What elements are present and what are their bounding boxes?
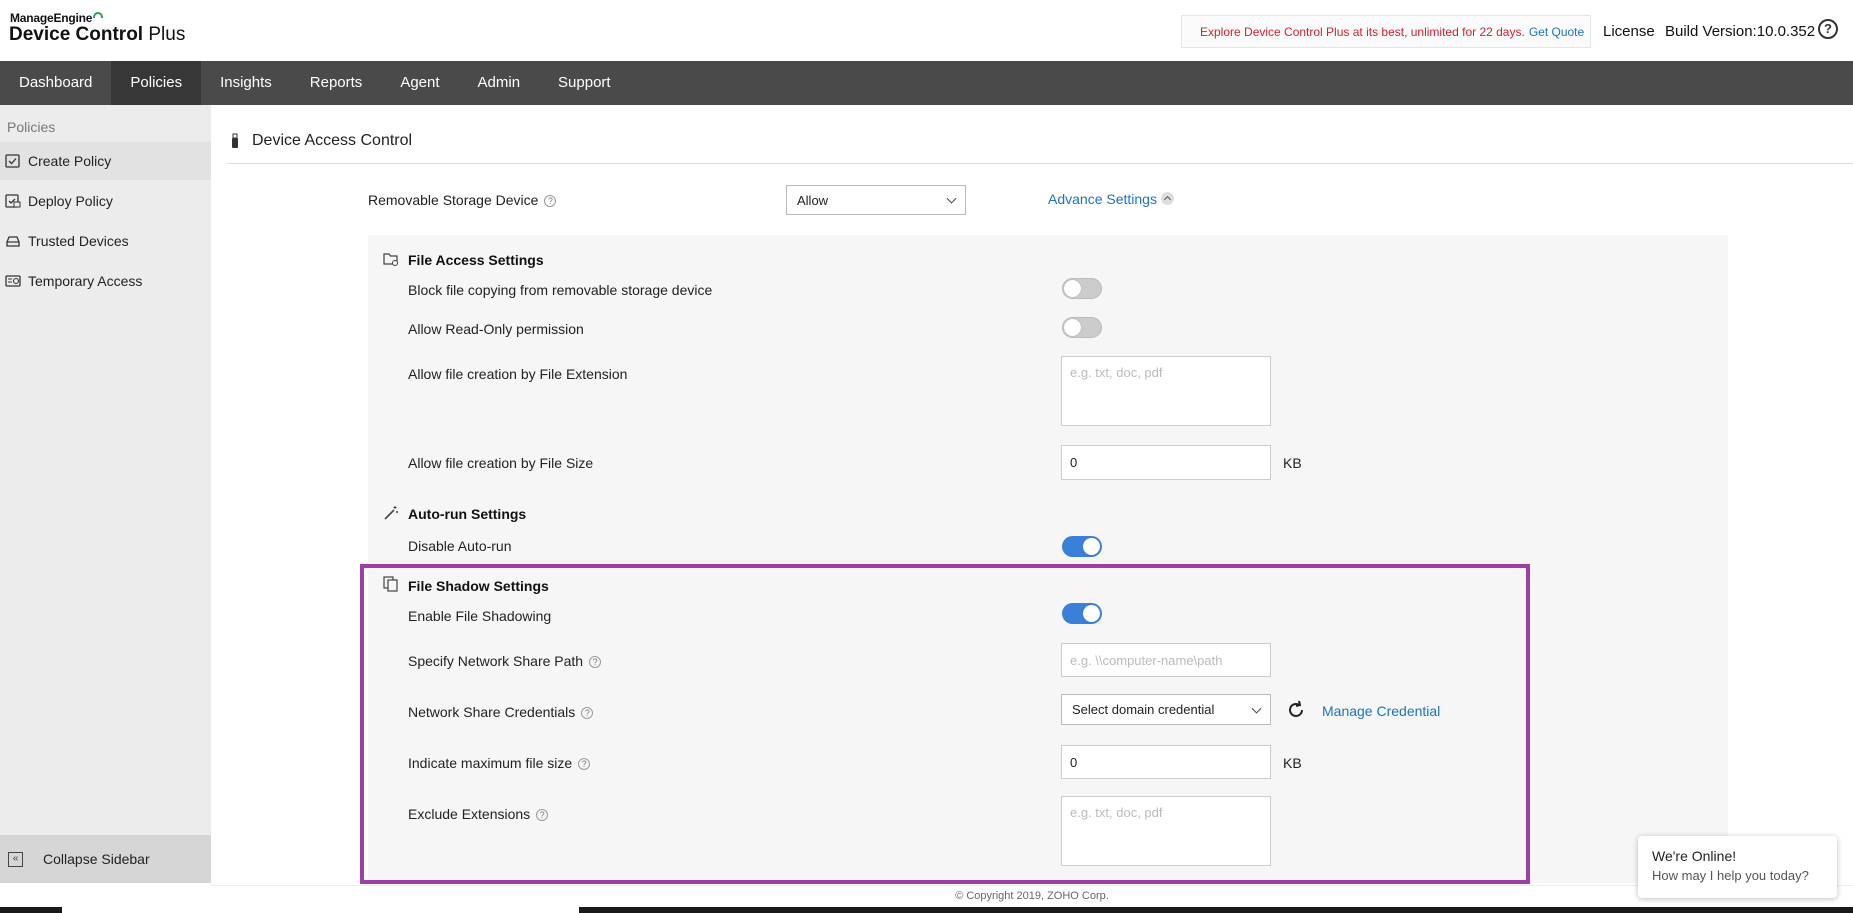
sidebar-item-create-policy[interactable]: Create Policy: [0, 142, 211, 180]
bottom-strip: [0, 907, 1853, 913]
info-icon[interactable]: ?: [578, 758, 591, 770]
disable-autorun-label: Disable Auto-run: [408, 538, 512, 554]
sidebar-item-label: Trusted Devices: [28, 233, 129, 249]
ticket-icon: [5, 275, 21, 287]
exclude-extensions-input[interactable]: [1061, 796, 1271, 866]
tab-dashboard[interactable]: Dashboard: [0, 61, 111, 105]
tab-insights[interactable]: Insights: [201, 61, 291, 105]
disable-autorun-toggle[interactable]: [1062, 536, 1102, 557]
toggle-knob: [1064, 319, 1081, 336]
collapse-label: Collapse Sidebar: [43, 851, 150, 867]
collapse-sidebar-button[interactable]: « Collapse Sidebar: [0, 835, 211, 883]
shield-check-icon: [5, 154, 20, 168]
tab-agent[interactable]: Agent: [381, 61, 458, 105]
tab-policies[interactable]: Policies: [111, 61, 202, 105]
max-file-size-input[interactable]: [1061, 745, 1271, 779]
brand-vendor: ManageEngine: [10, 11, 104, 25]
tab-reports[interactable]: Reports: [291, 61, 382, 105]
manage-credential-link[interactable]: Manage Credential: [1322, 703, 1440, 719]
enable-shadow-toggle[interactable]: [1062, 603, 1102, 624]
info-icon[interactable]: ?: [589, 656, 602, 668]
info-icon[interactable]: ?: [536, 809, 549, 821]
network-credentials-label: Network Share Credentials?: [408, 704, 594, 720]
chat-widget[interactable]: We're Online! How may I help you today?: [1638, 836, 1837, 898]
chat-title: We're Online!: [1652, 848, 1737, 864]
sidebar: Policies Create Policy Deploy Policy Tru…: [0, 105, 211, 883]
network-path-input[interactable]: [1061, 643, 1271, 677]
block-copy-toggle[interactable]: [1062, 278, 1102, 299]
trial-text: Explore Device Control Plus at its best,…: [1200, 24, 1525, 39]
removable-storage-label: Removable Storage Device?: [368, 192, 557, 208]
chevron-up-icon: [1160, 192, 1174, 205]
tab-admin[interactable]: Admin: [459, 61, 540, 105]
top-nav: Dashboard Policies Insights Reports Agen…: [0, 61, 1853, 105]
toggle-knob: [1064, 280, 1081, 297]
bottom-strip-segment: [62, 907, 579, 913]
sidebar-item-label: Deploy Policy: [28, 193, 113, 209]
toggle-knob: [1083, 538, 1100, 555]
footer-copyright: © Copyright 2019, ZOHO Corp.: [211, 885, 1853, 907]
block-copy-label: Block file copying from removable storag…: [408, 282, 713, 298]
usb-icon: [232, 133, 238, 148]
file-size-input[interactable]: [1061, 445, 1271, 480]
build-version: Build Version:10.0.352: [1665, 23, 1816, 40]
brand-product: Device Control Plus: [9, 24, 186, 45]
file-extension-input[interactable]: [1061, 356, 1271, 426]
sidebar-item-deploy-policy[interactable]: Deploy Policy: [0, 182, 211, 220]
tab-support[interactable]: Support: [539, 61, 630, 105]
folder-settings-icon: [383, 253, 398, 266]
sidebar-item-label: Temporary Access: [28, 273, 143, 289]
toggle-knob: [1083, 605, 1100, 622]
get-quote-link[interactable]: Get Quote: [1529, 25, 1584, 39]
autorun-title: Auto-run Settings: [408, 506, 527, 522]
max-file-size-label: Indicate maximum file size?: [408, 755, 591, 771]
app-header: ManageEngine Device Control Plus Explore…: [0, 0, 1853, 61]
file-copy-icon: [383, 576, 398, 592]
exclude-extensions-label: Exclude Extensions?: [408, 806, 549, 822]
deploy-icon: [5, 194, 21, 208]
chevron-down-icon: [1251, 703, 1262, 714]
license-link[interactable]: License: [1603, 23, 1655, 40]
read-only-toggle[interactable]: [1062, 317, 1102, 338]
chat-subtitle: How may I help you today?: [1652, 868, 1809, 883]
info-icon[interactable]: ?: [581, 707, 594, 719]
sidebar-item-temporary-access[interactable]: Temporary Access: [0, 262, 211, 300]
file-size-unit: KB: [1283, 455, 1302, 471]
page-title: Device Access Control: [252, 132, 413, 149]
file-extension-label: Allow file creation by File Extension: [408, 366, 628, 382]
refresh-icon[interactable]: [1285, 699, 1307, 721]
chevron-down-icon: [946, 193, 957, 204]
file-shadow-title: File Shadow Settings: [408, 578, 549, 594]
removable-storage-select[interactable]: Allow: [786, 185, 966, 215]
enable-shadow-label: Enable File Shadowing: [408, 608, 552, 624]
magic-wand-icon: [384, 506, 398, 520]
page-title-bar: Device Access Control: [227, 127, 1853, 164]
sidebar-heading: Policies: [7, 119, 56, 135]
max-file-size-unit: KB: [1283, 755, 1302, 771]
trial-banner: Explore Device Control Plus at its best,…: [1181, 15, 1591, 48]
advance-settings-link[interactable]: Advance Settings: [1048, 191, 1174, 207]
help-icon[interactable]: ?: [1818, 19, 1838, 39]
collapse-icon: «: [8, 851, 23, 867]
sidebar-item-trusted-devices[interactable]: Trusted Devices: [0, 222, 211, 260]
logo-arc-icon: [93, 12, 104, 18]
read-only-label: Allow Read-Only permission: [408, 321, 584, 337]
file-size-label: Allow file creation by File Size: [408, 455, 594, 471]
file-access-title: File Access Settings: [408, 252, 544, 268]
domain-credential-select[interactable]: Select domain credential: [1061, 694, 1271, 725]
info-icon[interactable]: ?: [544, 195, 557, 207]
drive-icon: [6, 236, 20, 247]
sidebar-item-label: Create Policy: [28, 153, 112, 169]
network-path-label: Specify Network Share Path?: [408, 653, 602, 669]
